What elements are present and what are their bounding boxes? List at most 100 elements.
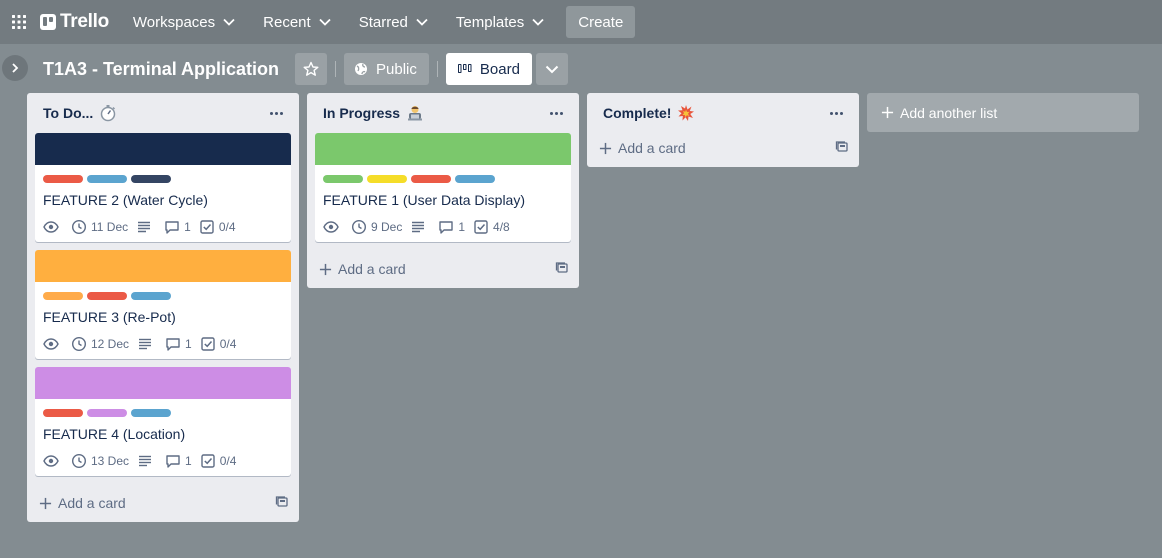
label-red[interactable]	[87, 292, 127, 300]
list-title[interactable]: To Do...	[43, 104, 117, 122]
comment-count: 1	[184, 220, 191, 234]
stopwatch-icon	[99, 104, 117, 122]
list-menu-button[interactable]	[266, 108, 287, 119]
add-card-button[interactable]: Add a card	[27, 484, 299, 522]
due-date-badge[interactable]: 9 Dec	[351, 219, 402, 235]
checklist-count: 0/4	[218, 220, 236, 234]
card-title: FEATURE 2 (Water Cycle)	[43, 192, 208, 208]
list-title-text: Complete!	[603, 105, 672, 121]
chevron-down-icon	[319, 18, 331, 26]
create-button[interactable]: Create	[566, 6, 636, 38]
list-title[interactable]: Complete!	[603, 104, 695, 122]
nav-recent[interactable]: Recent	[253, 6, 341, 38]
list-header: To Do...	[27, 93, 299, 133]
divider	[436, 61, 438, 77]
chevron-right-icon	[12, 63, 19, 73]
due-date-badge[interactable]: 12 Dec	[71, 336, 129, 352]
label-navy[interactable]	[131, 175, 171, 183]
eye-icon	[43, 219, 59, 235]
eye-icon	[43, 336, 59, 352]
clock-icon	[71, 219, 87, 235]
label-blue[interactable]	[131, 409, 171, 417]
list-to-do: To Do... FEATURE 2 (Water Cycle) 11 Dec …	[27, 93, 299, 522]
due-date-badge[interactable]: 11 Dec	[71, 219, 128, 235]
due-date: 12 Dec	[91, 337, 130, 351]
add-card-label: Add a card	[58, 495, 126, 511]
nav-recent-label: Recent	[263, 13, 311, 31]
star-icon	[303, 61, 319, 76]
comment-count: 1	[185, 337, 192, 351]
watching-badge	[43, 453, 63, 469]
card-cover	[35, 250, 291, 282]
description-icon	[136, 219, 152, 235]
create-from-template-icon[interactable]	[555, 261, 569, 278]
list-title[interactable]: In Progress	[323, 105, 424, 121]
add-card-button[interactable]: Add a card	[307, 250, 579, 288]
label-yellow[interactable]	[367, 175, 407, 183]
add-card-label: Add a card	[618, 140, 686, 156]
chevron-down-icon	[532, 18, 544, 26]
card[interactable]: FEATURE 1 (User Data Display) 9 Dec 1 4/…	[315, 133, 571, 242]
list-menu-button[interactable]	[546, 108, 567, 119]
list-menu-button[interactable]	[826, 108, 847, 119]
label-red[interactable]	[43, 409, 83, 417]
description-icon	[410, 219, 426, 235]
label-blue[interactable]	[131, 292, 171, 300]
trello-logo[interactable]: Trello	[40, 11, 109, 33]
create-from-template-icon[interactable]	[275, 495, 289, 512]
chevron-down-icon	[416, 18, 428, 26]
nav-templates[interactable]: Templates	[446, 6, 554, 38]
card-labels	[43, 409, 283, 417]
comment-icon	[165, 453, 181, 469]
create-from-template-icon[interactable]	[835, 140, 849, 157]
card[interactable]: FEATURE 2 (Water Cycle) 11 Dec 1 0/4	[35, 133, 291, 242]
eye-icon	[323, 219, 339, 235]
checklist-badge: 4/8	[473, 219, 510, 235]
list-complete: Complete! Add a card	[587, 93, 859, 167]
board-view-label: Board	[479, 60, 520, 78]
checklist-count: 0/4	[219, 454, 237, 468]
card[interactable]: FEATURE 4 (Location) 13 Dec 1 0/4	[35, 367, 291, 476]
card-cover	[315, 133, 571, 165]
due-date-badge[interactable]: 13 Dec	[71, 453, 129, 469]
add-card-button[interactable]: Add a card	[587, 129, 859, 167]
nav-workspaces-label: Workspaces	[132, 13, 216, 31]
clock-icon	[351, 219, 367, 235]
list-title-text: In Progress	[323, 105, 401, 121]
sidebar-expand-button[interactable]	[2, 55, 28, 81]
board-view-icon	[457, 64, 472, 73]
app-switcher-icon[interactable]	[0, 0, 38, 44]
nav-workspaces[interactable]: Workspaces	[123, 6, 245, 38]
description-badge	[137, 453, 157, 469]
visibility-button[interactable]: Public	[344, 53, 429, 85]
board-view-button[interactable]: Board	[445, 53, 532, 85]
label-blue[interactable]	[455, 175, 495, 183]
nav-starred[interactable]: Starred	[349, 6, 438, 38]
label-green[interactable]	[323, 175, 363, 183]
checklist-badge: 0/4	[199, 219, 236, 235]
label-purple[interactable]	[87, 409, 127, 417]
card-title: FEATURE 1 (User Data Display)	[323, 192, 526, 208]
comment-icon	[438, 219, 454, 235]
card-labels	[43, 292, 283, 300]
chevron-down-icon	[223, 18, 235, 26]
label-orange[interactable]	[43, 292, 83, 300]
add-list-button[interactable]: Add another list	[867, 93, 1139, 132]
visibility-label: Public	[376, 60, 417, 78]
star-board-button[interactable]	[295, 53, 328, 85]
checklist-icon	[473, 219, 489, 235]
label-blue[interactable]	[87, 175, 127, 183]
comments-badge: 1	[164, 219, 191, 235]
description-badge	[136, 219, 156, 235]
eye-icon	[43, 453, 59, 469]
label-red[interactable]	[43, 175, 83, 183]
board-title[interactable]: T1A3 - Terminal Application	[36, 59, 287, 80]
view-switcher-button[interactable]	[535, 53, 568, 85]
nav-starred-label: Starred	[358, 13, 408, 31]
card[interactable]: FEATURE 3 (Re-Pot) 12 Dec 1 0/4	[35, 250, 291, 359]
description-icon	[137, 336, 153, 352]
card-badges: 13 Dec 1 0/4	[43, 450, 283, 472]
checklist-icon	[199, 219, 215, 235]
card-title: FEATURE 3 (Re-Pot)	[43, 309, 176, 325]
label-red[interactable]	[411, 175, 451, 183]
